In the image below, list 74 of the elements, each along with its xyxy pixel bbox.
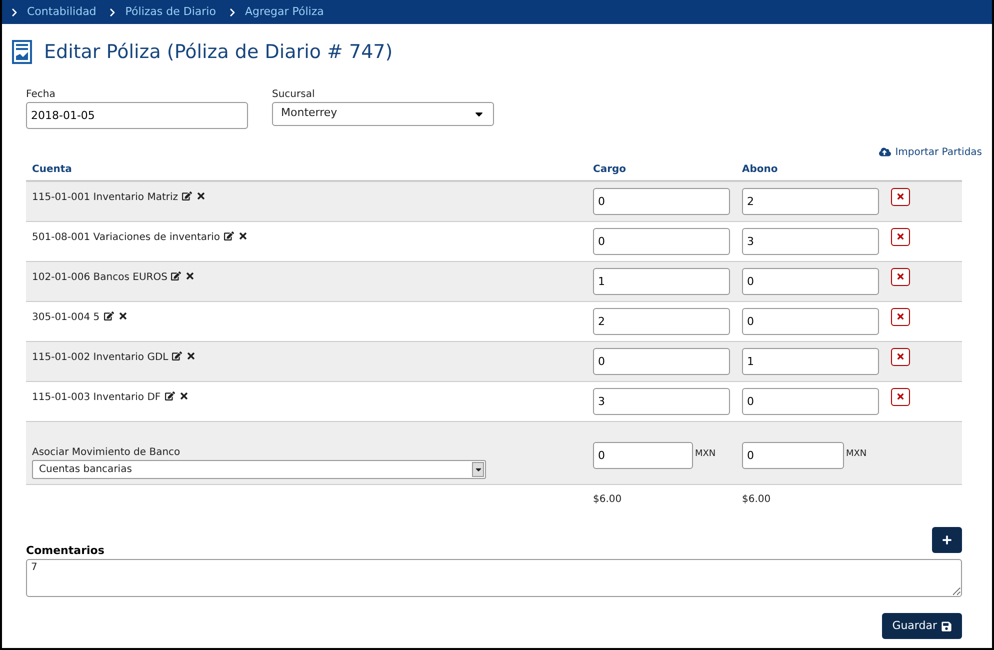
debit-field[interactable]: 0: [593, 348, 730, 374]
field-label: Sucursal: [272, 88, 316, 102]
column-header: Cargo: [593, 163, 628, 177]
plus-icon: [942, 534, 952, 544]
debit-field[interactable]: 0: [593, 228, 730, 254]
close-icon: [896, 312, 905, 321]
close-icon[interactable]: [118, 310, 128, 320]
debit-field[interactable]: 0: [593, 188, 730, 214]
close-icon[interactable]: [196, 190, 206, 200]
edit-icon[interactable]: [164, 390, 175, 400]
delete-button[interactable]: [891, 228, 910, 246]
import-link[interactable]: Importar Partidas: [879, 144, 982, 160]
edit-icon[interactable]: [171, 270, 182, 280]
column-header: Cuenta: [31, 163, 73, 177]
breadcrumb-link[interactable]: Pólizas de Diario: [125, 4, 216, 20]
save-button[interactable]: Guardar: [882, 613, 962, 639]
field-label: Fecha: [26, 88, 56, 102]
currency-label: MXN: [846, 448, 867, 460]
close-icon[interactable]: [238, 230, 248, 240]
account-name: 102-01-006 Bancos EUROS: [32, 270, 168, 284]
date-field[interactable]: 2018-01-05: [26, 102, 248, 128]
close-icon: [896, 352, 905, 361]
close-icon: [896, 192, 905, 201]
account-name: 115-01-001 Inventario Matriz: [32, 190, 178, 204]
credit-field[interactable]: 1: [742, 348, 879, 374]
account-name: 115-01-003 Inventario DF: [32, 390, 161, 404]
chevron-icon: [108, 8, 118, 16]
debit-field[interactable]: 2: [593, 308, 730, 334]
edit-icon[interactable]: [224, 230, 234, 240]
credit-field[interactable]: 2: [742, 188, 879, 214]
account-name: 305-01-004 5: [32, 310, 100, 324]
close-icon[interactable]: [178, 390, 189, 400]
account-name: 115-01-002 Inventario GDL: [32, 350, 168, 364]
breadcrumb-link[interactable]: Contabilidad: [27, 4, 96, 20]
caret-icon: [472, 462, 484, 476]
close-icon: [896, 272, 905, 281]
debit-field[interactable]: 0: [593, 442, 693, 468]
credit-field[interactable]: 0: [742, 268, 879, 294]
field-label: Asociar Movimiento de Banco: [32, 446, 182, 460]
credit-total: $6.00: [742, 493, 771, 507]
debit-field[interactable]: 1: [593, 268, 730, 294]
chevron-icon: [10, 8, 19, 16]
delete-button[interactable]: [891, 388, 910, 406]
credit-field[interactable]: 3: [742, 228, 879, 254]
bank-account-select[interactable]: Cuentas bancarias: [32, 460, 486, 478]
save-icon: [941, 620, 952, 632]
edit-icon[interactable]: [172, 350, 182, 360]
close-icon[interactable]: [186, 350, 196, 360]
delete-button[interactable]: [891, 308, 910, 326]
page-title: Editar Póliza (Póliza de Diario # 747): [44, 40, 393, 65]
branch-select[interactable]: Monterrey: [272, 102, 494, 126]
edit-icon[interactable]: [182, 190, 192, 200]
currency-label: MXN: [695, 448, 716, 460]
credit-field[interactable]: 0: [742, 308, 879, 334]
credit-field[interactable]: 0: [742, 442, 844, 468]
credit-field[interactable]: 0: [742, 388, 879, 414]
delete-button[interactable]: [891, 188, 910, 206]
close-icon: [896, 392, 905, 401]
field-label: Comentarios: [26, 542, 106, 558]
column-header: Abono: [742, 163, 778, 177]
delete-button[interactable]: [891, 268, 910, 286]
debit-field[interactable]: 3: [593, 388, 730, 414]
account-name: 501-08-001 Variaciones de inventario: [32, 230, 220, 244]
comments-field[interactable]: 7: [26, 559, 962, 597]
close-icon[interactable]: [185, 270, 196, 280]
report-icon: [12, 40, 32, 64]
debit-total: $6.00: [593, 493, 623, 507]
add-button[interactable]: [932, 526, 962, 552]
breadcrumb-link[interactable]: Agregar Póliza: [244, 4, 324, 20]
delete-button[interactable]: [891, 348, 910, 366]
chevron-icon: [228, 8, 237, 16]
cloud-upload-icon: [879, 146, 892, 158]
close-icon: [896, 232, 905, 241]
edit-icon[interactable]: [104, 310, 114, 320]
